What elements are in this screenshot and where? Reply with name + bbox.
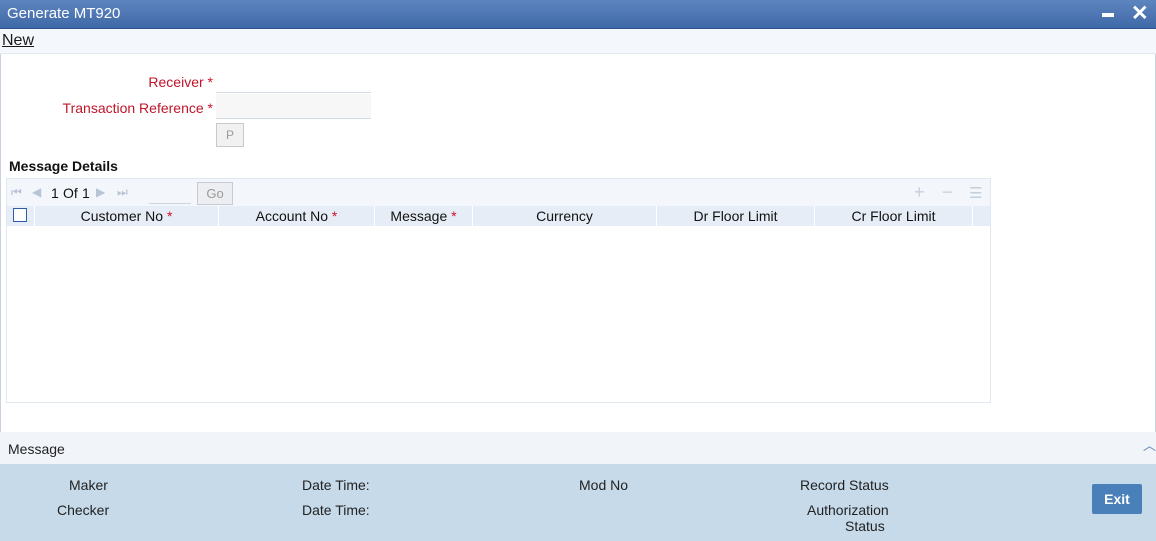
page-of-label: Of [63,185,78,201]
add-row-icon[interactable]: + [914,182,925,203]
checker-date-time-label: Date Time: [302,502,370,518]
columns-icon[interactable]: ☰ [969,184,982,202]
current-page: 1 [51,185,59,201]
delete-row-icon[interactable]: − [942,182,953,203]
column-header-account-no[interactable]: Account No * [219,206,375,226]
select-all-checkbox[interactable] [13,208,27,222]
previous-page-icon[interactable]: ◀ [32,185,41,199]
close-icon[interactable]: ✕ [1131,2,1149,26]
window-title: Generate MT920 [7,5,121,22]
column-header-cr-floor-limit[interactable]: Cr Floor Limit [815,206,973,226]
column-header-customer-no[interactable]: Customer No * [35,206,219,226]
column-header-currency[interactable]: Currency [473,206,657,226]
maker-date-time-label: Date Time: [302,477,370,493]
authorization-status-label: Status [845,518,885,534]
first-page-icon[interactable]: ⏮ [11,185,22,200]
grid-header-row: Customer No * Account No * Message * Cur… [7,206,990,226]
record-status-label: Record Status [800,477,889,493]
receiver-label: Receiver * [148,74,213,90]
window-title-bar: Generate MT920 ✕ [0,0,1156,29]
message-details-title: Message Details [9,158,118,174]
grid-pager: ⏮ ◀ 1 Of 1 ▶ ⏭ Go + − ☰ [7,179,990,206]
chevron-up-icon[interactable]: ︿ [1143,435,1156,454]
audit-footer: Maker Checker Date Time: Date Time: Mod … [0,464,1156,541]
select-all-cell [7,206,35,226]
message-bar-label: Message [8,441,65,457]
message-details-grid: ⏮ ◀ 1 Of 1 ▶ ⏭ Go + − ☰ Customer No * Ac… [6,178,991,403]
next-page-icon[interactable]: ▶ [96,185,105,199]
message-bar: Message ︿ [0,432,1156,464]
exit-button[interactable]: Exit [1092,484,1142,514]
last-page-icon[interactable]: ⏭ [117,185,128,200]
total-pages: 1 [82,185,90,201]
authorization-label: Authorization [807,502,889,518]
column-header-message[interactable]: Message * [375,206,473,226]
action-toolbar: New [0,29,1156,54]
transaction-reference-label: Transaction Reference * [62,100,213,116]
receiver-input[interactable] [216,68,371,93]
checker-label: Checker [57,502,110,518]
column-header-dr-floor-limit[interactable]: Dr Floor Limit [657,206,815,226]
new-button[interactable]: New [2,32,34,50]
mod-no-label: Mod No [579,477,629,493]
go-button[interactable]: Go [197,182,233,205]
p-button[interactable]: P [216,123,244,147]
transaction-reference-input[interactable] [216,94,371,119]
maker-label: Maker [69,477,108,493]
page-number-input[interactable] [149,182,191,204]
minimize-icon[interactable] [1102,13,1114,17]
